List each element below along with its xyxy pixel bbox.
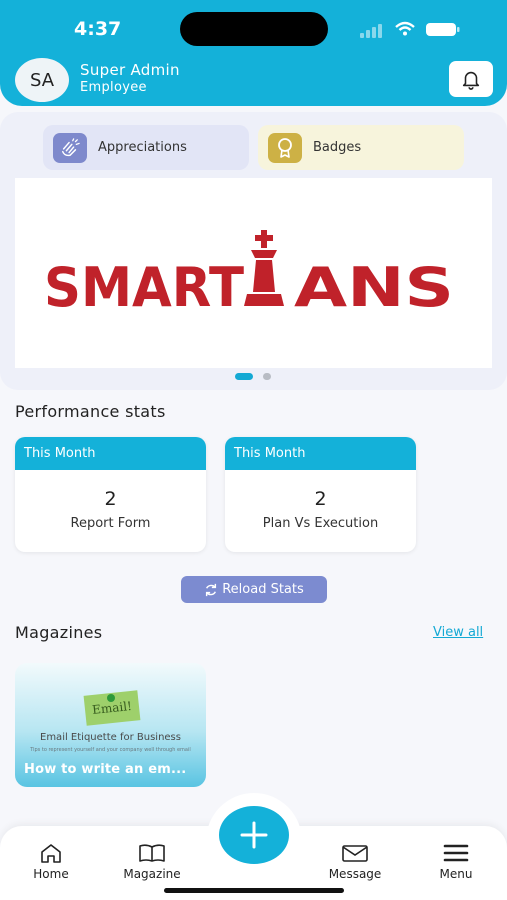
magazine-cover-heading: Email Etiquette for Business xyxy=(40,732,181,743)
nav-magazine-label: Magazine xyxy=(123,867,181,881)
magazine-card[interactable]: Email! Email Etiquette for Business Tips… xyxy=(15,663,206,787)
carousel-dot-active[interactable] xyxy=(235,373,253,380)
nav-menu-label: Menu xyxy=(439,867,473,881)
home-indicator xyxy=(164,888,344,893)
nav-message[interactable]: Message xyxy=(315,842,395,881)
user-name: Super Admin xyxy=(80,61,180,79)
refresh-icon xyxy=(206,583,217,596)
stat-value: 2 xyxy=(314,488,327,510)
bell-icon xyxy=(462,71,480,90)
stat-value: 2 xyxy=(104,488,117,510)
nav-message-label: Message xyxy=(328,867,382,881)
svg-text:SMART: SMART xyxy=(44,256,244,318)
status-icons xyxy=(368,20,463,38)
home-icon xyxy=(41,844,61,863)
carousel-dot[interactable] xyxy=(263,373,271,380)
stat-label: Report Form xyxy=(70,516,151,531)
nav-magazine[interactable]: Magazine xyxy=(112,842,192,881)
plus-icon xyxy=(240,821,268,849)
nav-menu[interactable]: Menu xyxy=(416,842,496,881)
appreciations-button[interactable]: Appreciations xyxy=(43,125,249,170)
dynamic-island xyxy=(180,12,328,46)
smartians-logo: SMART ANS xyxy=(44,230,454,318)
badges-button[interactable]: Badges xyxy=(258,125,464,170)
reload-stats-label: Reload Stats xyxy=(222,582,304,597)
clap-hands-icon xyxy=(53,132,87,163)
magazine-cover-tagline: Tips to represent yourself and your comp… xyxy=(30,747,191,753)
reload-stats-button[interactable]: Reload Stats xyxy=(181,576,327,603)
wifi-battery-icons xyxy=(368,21,460,36)
magazines-title: Magazines xyxy=(15,623,103,642)
stat-card-report-form[interactable]: This Month 2 Report Form xyxy=(15,437,206,552)
stat-period: This Month xyxy=(15,437,206,470)
magazine-title: How to write an em... xyxy=(24,762,187,777)
mail-icon xyxy=(342,845,368,862)
performance-title: Performance stats xyxy=(15,402,166,421)
book-icon xyxy=(139,844,165,862)
badge-icon xyxy=(268,132,302,163)
pin-icon xyxy=(107,694,115,702)
view-all-link[interactable]: View all xyxy=(433,625,483,640)
stat-label: Plan Vs Execution xyxy=(262,516,379,531)
appreciations-label: Appreciations xyxy=(98,140,187,155)
banner-slide[interactable]: SMART ANS xyxy=(15,178,492,368)
status-time: 4:37 xyxy=(74,18,122,40)
signal-icon xyxy=(360,24,382,38)
stat-period: This Month xyxy=(225,437,416,470)
badges-label: Badges xyxy=(313,140,362,155)
notifications-button[interactable] xyxy=(449,61,493,97)
svg-text:ANS: ANS xyxy=(294,256,454,318)
nav-home-label: Home xyxy=(33,867,69,881)
add-button[interactable] xyxy=(219,806,289,864)
stat-card-plan-vs-execution[interactable]: This Month 2 Plan Vs Execution xyxy=(225,437,416,552)
avatar[interactable]: SA xyxy=(15,58,69,102)
nav-home[interactable]: Home xyxy=(11,842,91,881)
user-role: Employee xyxy=(80,80,147,95)
hamburger-menu-icon xyxy=(443,844,469,862)
